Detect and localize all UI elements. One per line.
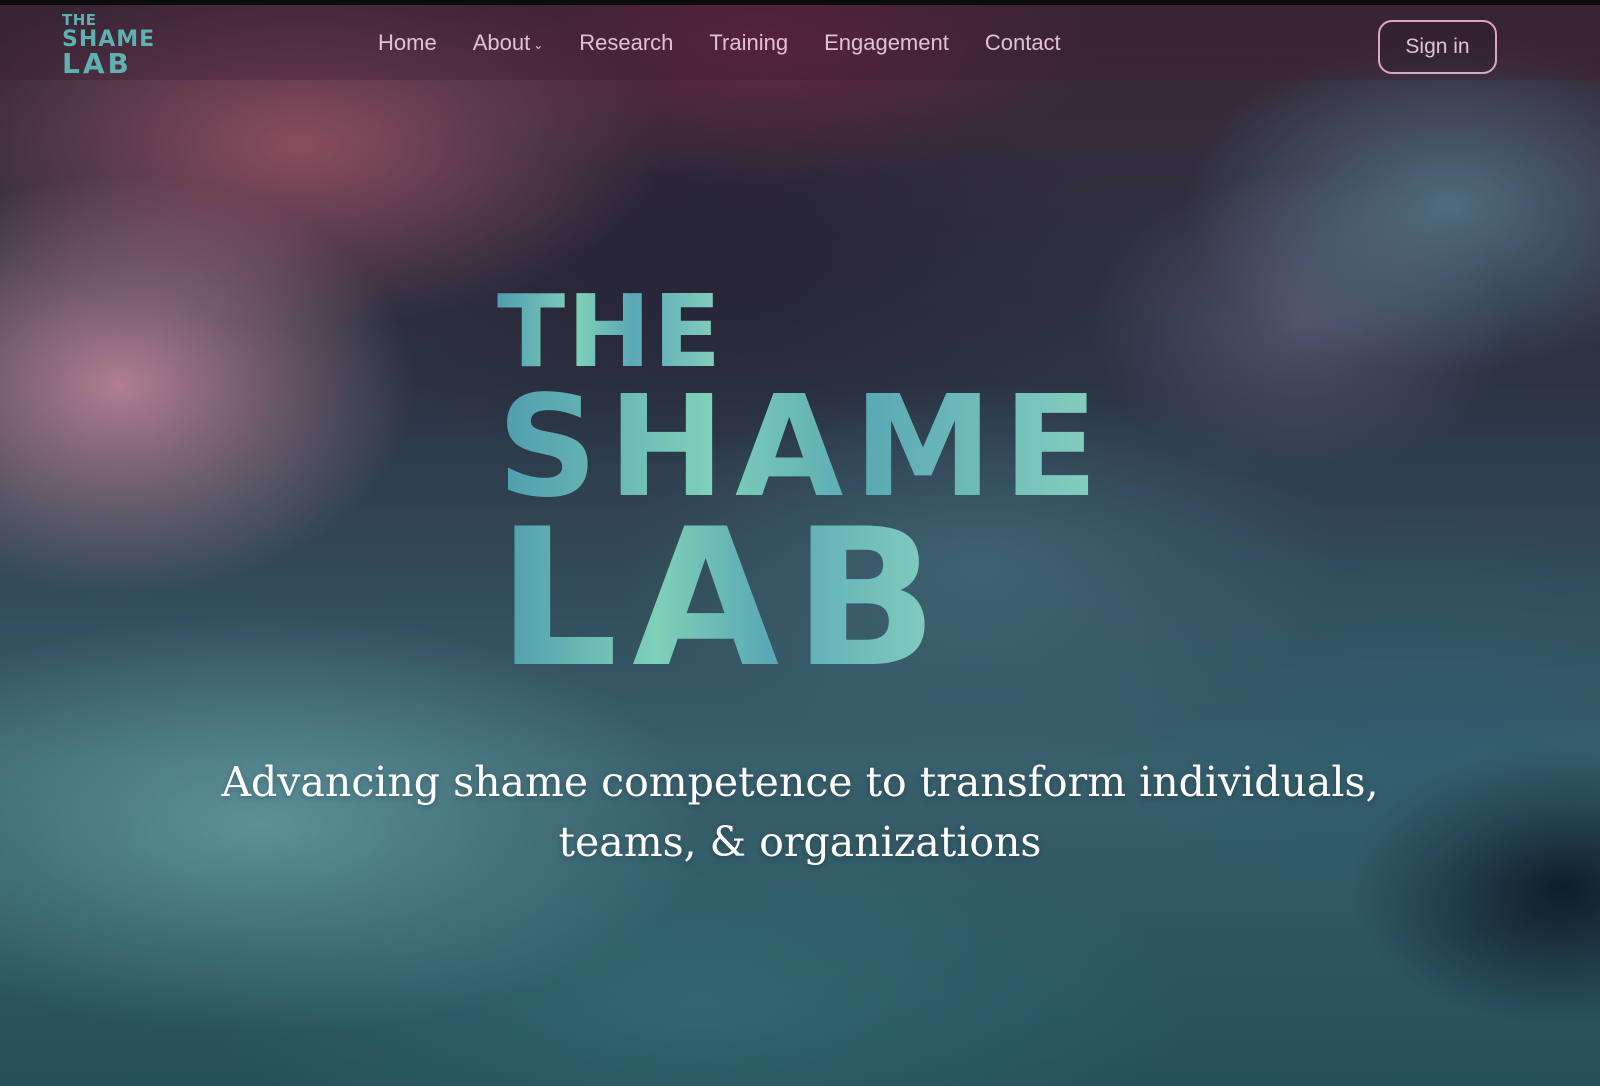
hero-logo: THE SHAME LAB <box>497 282 1098 709</box>
nav-item-label: Contact <box>984 29 1061 55</box>
sign-in-button[interactable]: Sign in <box>1378 20 1497 74</box>
nav-item-label: About <box>472 29 531 55</box>
hero-tagline: Advancing shame competence to transform … <box>100 752 1500 872</box>
logo-line-the: THE <box>62 11 97 29</box>
site-logo[interactable]: THE SHAME LAB <box>62 13 162 79</box>
logo-line-lab: LAB <box>62 47 132 80</box>
nav-item-research[interactable]: Research <box>579 30 673 56</box>
hero-logo-lab: LAB <box>497 488 952 709</box>
tagline-line-1: Advancing shame competence to transform … <box>221 758 1379 806</box>
chevron-down-icon: ⌄ <box>533 37 544 52</box>
nav-item-home[interactable]: Home <box>378 30 437 56</box>
nav-item-training[interactable]: Training <box>709 30 788 56</box>
main-menu: Home About ⌄ Research Training Engagemen… <box>378 5 1097 80</box>
navigation-bar: THE SHAME LAB Home About ⌄ Research Trai… <box>0 5 1600 80</box>
tagline-line-2: teams, & organizations <box>558 818 1042 866</box>
nav-item-label: Home <box>378 29 437 55</box>
nav-item-about[interactable]: About ⌄ <box>473 30 544 56</box>
nav-item-label: Research <box>579 29 674 55</box>
nav-item-label: Training <box>709 29 789 55</box>
nav-item-label: Engagement <box>824 29 949 55</box>
nav-item-engagement[interactable]: Engagement <box>824 30 949 56</box>
nav-item-contact[interactable]: Contact <box>985 30 1061 56</box>
